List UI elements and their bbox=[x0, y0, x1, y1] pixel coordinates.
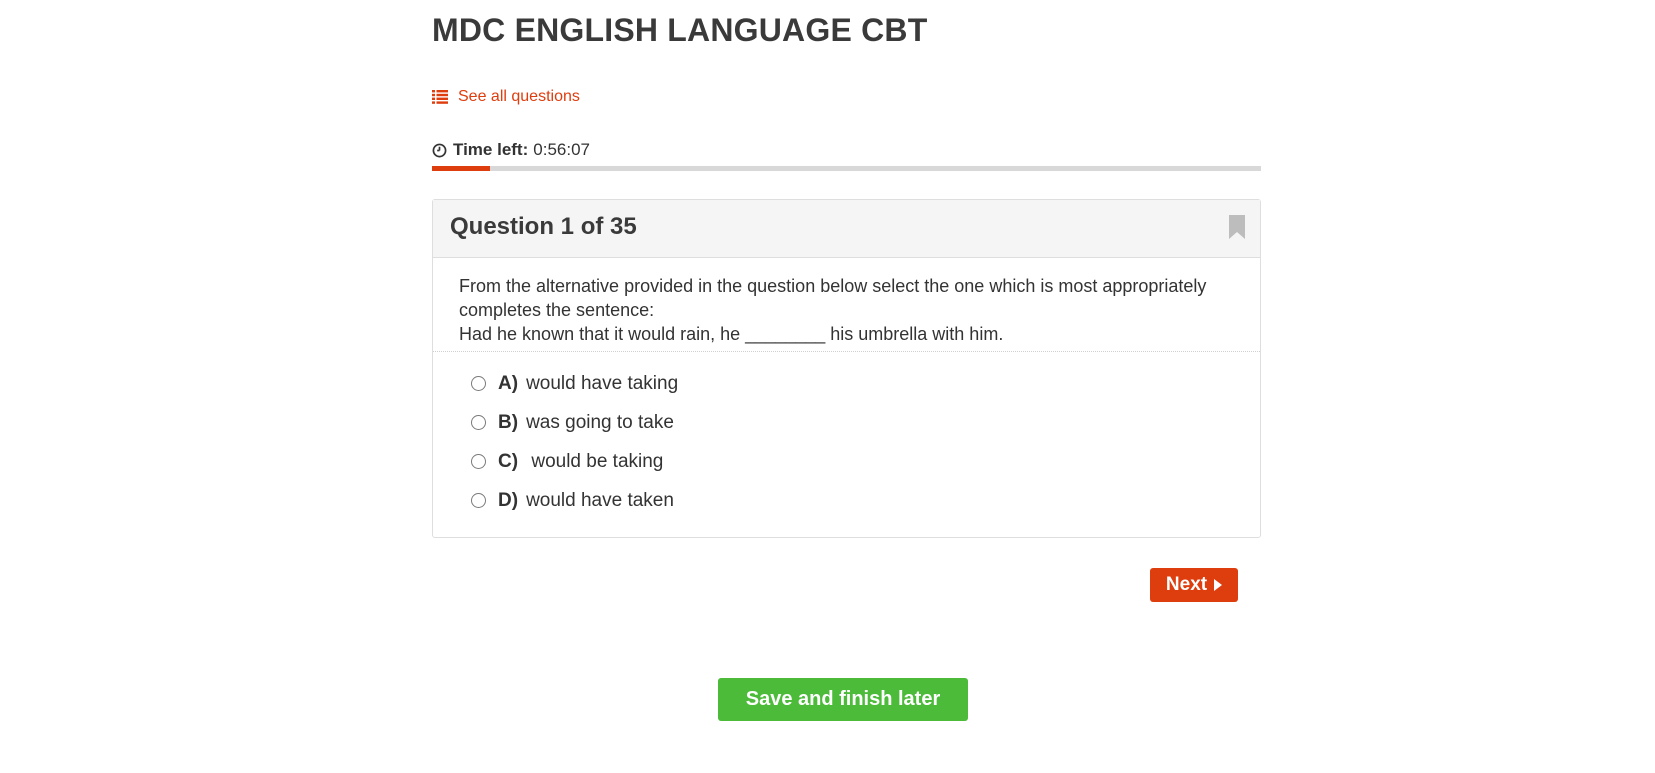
option-d-radio[interactable] bbox=[471, 493, 486, 508]
question-sentence: Had he known that it would rain, he ____… bbox=[459, 324, 1004, 344]
page-title: MDC ENGLISH LANGUAGE CBT bbox=[432, 12, 928, 48]
option-d-text: would have taken bbox=[526, 489, 674, 511]
option-a-radio[interactable] bbox=[471, 376, 486, 391]
list-icon bbox=[432, 90, 448, 104]
next-button-label: Next bbox=[1165, 574, 1208, 595]
time-left-value: 0:56:07 bbox=[533, 140, 590, 159]
option-b-radio[interactable] bbox=[471, 415, 486, 430]
option-b-text: was going to take bbox=[526, 411, 674, 433]
time-progress-fill bbox=[432, 166, 491, 171]
see-all-questions-link[interactable]: See all questions bbox=[432, 88, 580, 106]
caret-right-icon bbox=[1214, 579, 1223, 591]
option-d-letter: D) bbox=[498, 489, 519, 511]
bookmark-icon[interactable] bbox=[1228, 215, 1246, 239]
time-progress-bar bbox=[432, 166, 1261, 171]
option-c[interactable]: C) would be taking bbox=[433, 442, 1260, 481]
question-panel: Question 1 of 35 From the alternative pr… bbox=[432, 199, 1261, 538]
clock-icon bbox=[432, 143, 447, 157]
save-and-finish-later-button[interactable]: Save and finish later bbox=[718, 678, 968, 721]
question-instruction: From the alternative provided in the que… bbox=[459, 276, 1207, 320]
option-a-letter: A) bbox=[498, 372, 519, 394]
question-number: Question 1 of 35 bbox=[450, 213, 637, 240]
option-c-letter: C) bbox=[498, 450, 519, 472]
option-c-text: would be taking bbox=[526, 450, 664, 472]
option-b[interactable]: B) was going to take bbox=[433, 403, 1260, 442]
next-button[interactable]: Next bbox=[1150, 568, 1238, 602]
option-a-text: would have taking bbox=[526, 372, 679, 394]
question-text: From the alternative provided in the que… bbox=[433, 258, 1260, 352]
option-a[interactable]: A) would have taking bbox=[433, 364, 1260, 403]
time-left: Time left: 0:56:07 bbox=[432, 140, 590, 160]
option-b-letter: B) bbox=[498, 411, 519, 433]
answer-options: A) would have taking B) was going to tak… bbox=[433, 352, 1260, 520]
time-left-label: Time left: bbox=[453, 140, 529, 159]
option-d[interactable]: D) would have taken bbox=[433, 481, 1260, 520]
see-all-questions-label: See all questions bbox=[458, 88, 580, 105]
question-header: Question 1 of 35 bbox=[433, 200, 1260, 258]
option-c-radio[interactable] bbox=[471, 454, 486, 469]
